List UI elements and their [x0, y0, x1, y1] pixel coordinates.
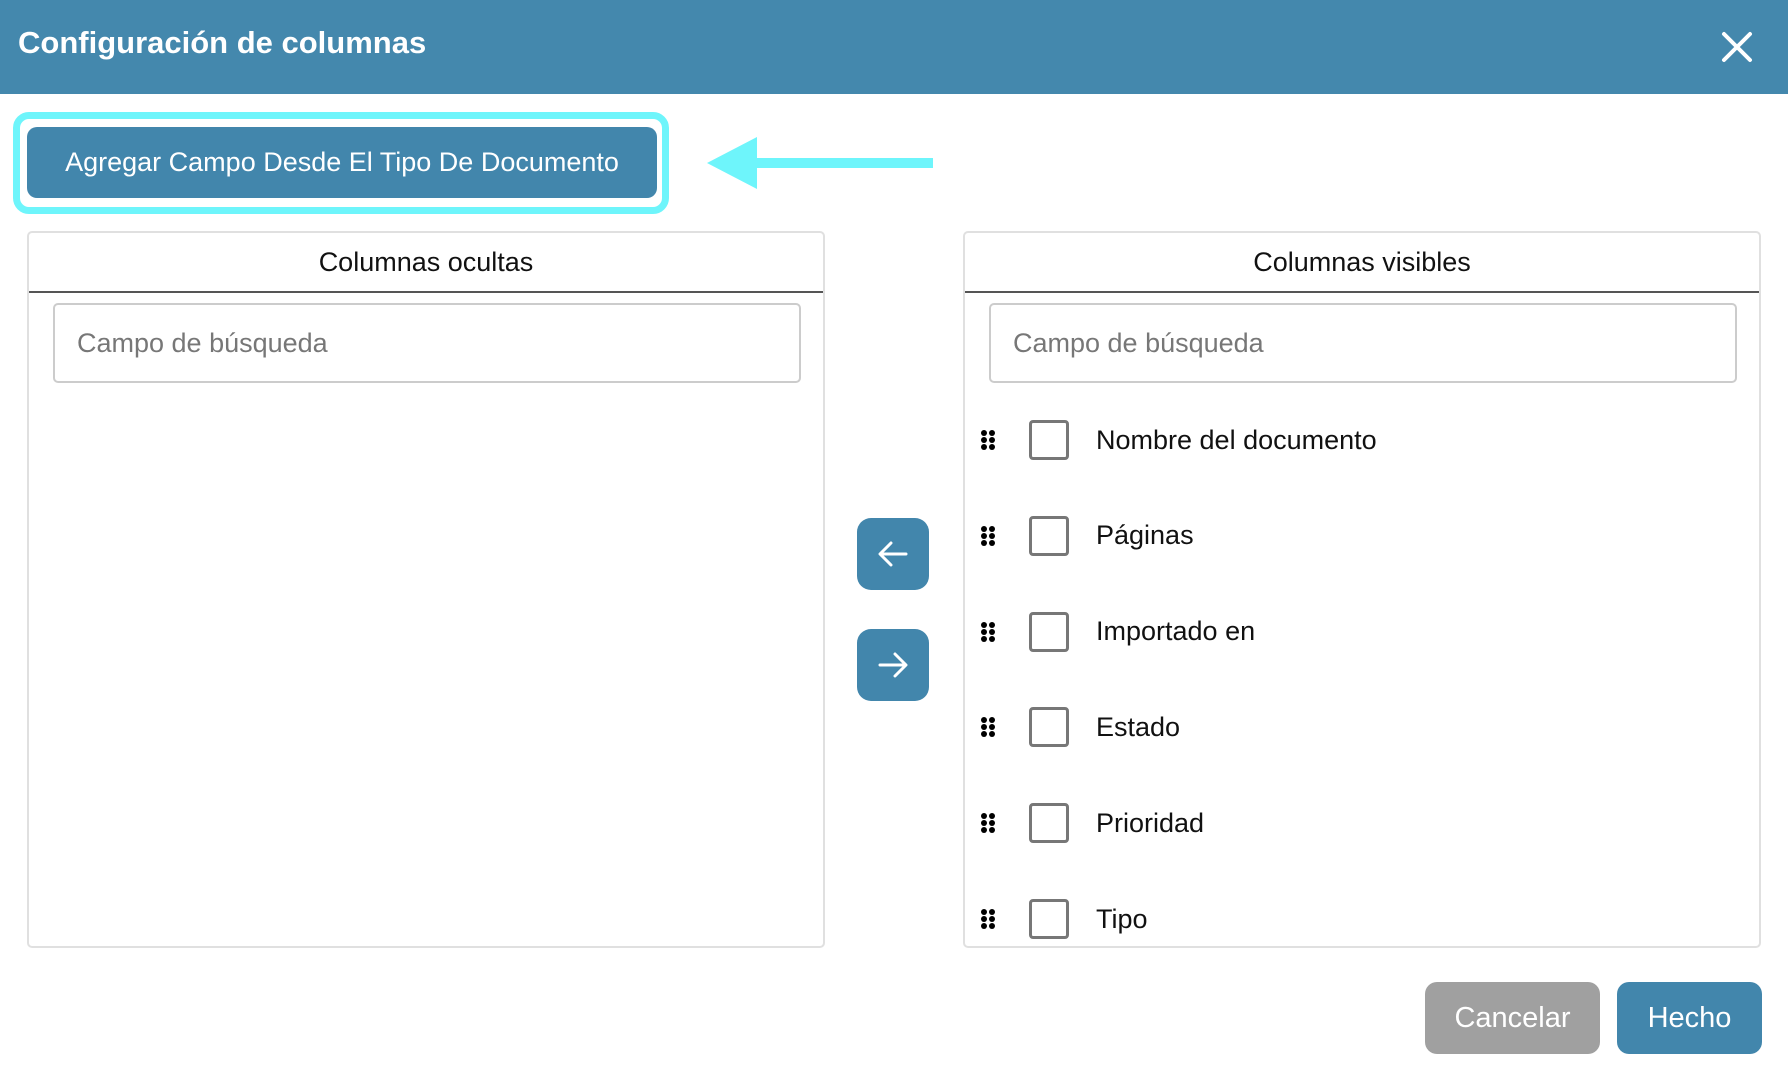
- move-to-visible-button[interactable]: [857, 629, 929, 701]
- drag-handle-icon[interactable]: [981, 621, 997, 642]
- visible-columns-panel: Columnas visibles Nombre del documento Pá…: [963, 231, 1761, 948]
- column-list-item[interactable]: Prioridad: [965, 793, 1759, 853]
- column-label: Estado: [1096, 711, 1181, 742]
- drag-handle-icon[interactable]: [981, 813, 997, 834]
- dialog-header: Configuración de columnas: [0, 0, 1788, 94]
- add-field-from-document-type-button[interactable]: Agregar Campo Desde El Tipo De Documento: [27, 127, 657, 198]
- arrow-left-icon: [878, 541, 908, 567]
- column-checkbox[interactable]: [1029, 803, 1069, 844]
- cancel-button[interactable]: Cancelar: [1425, 982, 1600, 1054]
- dialog-title: Configuración de columnas: [18, 25, 427, 60]
- column-list-item[interactable]: Importado en: [965, 602, 1759, 662]
- visible-columns-title: Columnas visibles: [965, 233, 1759, 293]
- column-label: Nombre del documento: [1096, 424, 1377, 455]
- close-icon[interactable]: [1716, 26, 1758, 68]
- column-list-item[interactable]: Tipo: [965, 889, 1759, 949]
- column-checkbox[interactable]: [1029, 515, 1069, 556]
- column-label: Tipo: [1096, 903, 1148, 934]
- drag-handle-icon[interactable]: [981, 525, 997, 546]
- column-label: Prioridad: [1096, 807, 1205, 838]
- drag-handle-icon[interactable]: [981, 717, 997, 738]
- column-list-item[interactable]: Estado: [965, 697, 1759, 757]
- column-label: Importado en: [1096, 616, 1256, 647]
- move-to-hidden-button[interactable]: [857, 518, 929, 590]
- column-checkbox[interactable]: [1029, 899, 1069, 939]
- column-label: Páginas: [1096, 520, 1194, 551]
- hidden-columns-panel: Columnas ocultas: [27, 231, 825, 948]
- annotation-arrow-icon: [707, 137, 933, 189]
- drag-handle-icon[interactable]: [981, 430, 997, 450]
- column-list-item[interactable]: Nombre del documento: [965, 410, 1759, 470]
- column-checkbox[interactable]: [1029, 611, 1069, 652]
- arrow-right-icon: [878, 652, 908, 678]
- visible-columns-search-input[interactable]: [989, 303, 1737, 383]
- drag-handle-icon[interactable]: [981, 909, 997, 929]
- hidden-columns-search-input[interactable]: [53, 303, 801, 383]
- column-list-item[interactable]: Páginas: [965, 506, 1759, 566]
- done-button[interactable]: Hecho: [1617, 982, 1762, 1054]
- column-checkbox[interactable]: [1029, 707, 1069, 748]
- column-checkbox[interactable]: [1029, 420, 1069, 460]
- hidden-columns-title: Columnas ocultas: [29, 233, 823, 293]
